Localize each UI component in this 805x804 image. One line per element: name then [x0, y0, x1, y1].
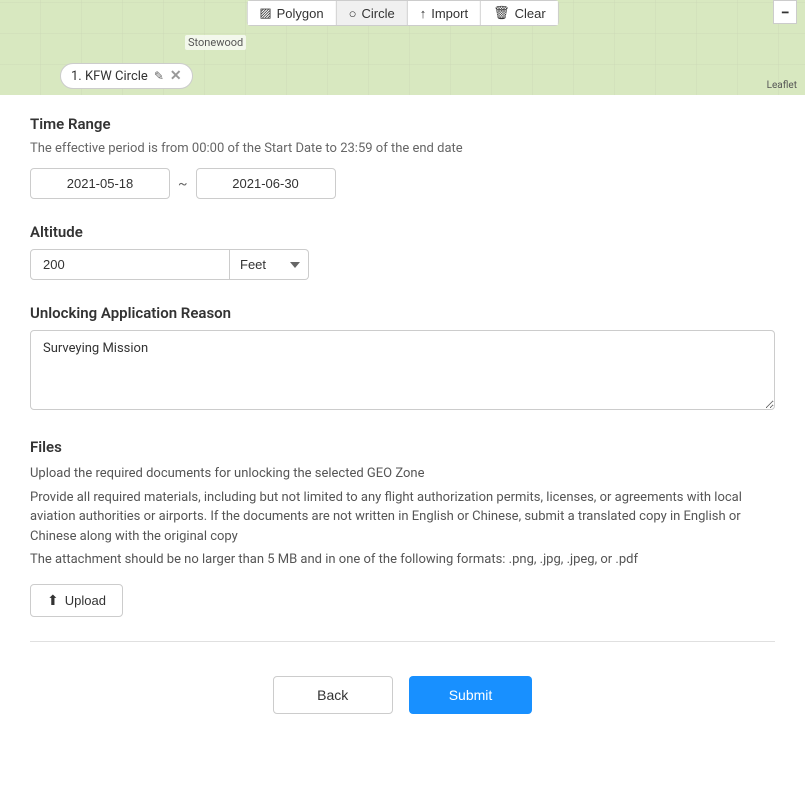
- back-button[interactable]: Back: [273, 676, 393, 714]
- clear-tool-button[interactable]: 🗑 Clear: [481, 1, 558, 25]
- altitude-input[interactable]: [30, 249, 230, 280]
- files-desc3: The attachment should be no larger than …: [30, 550, 775, 570]
- unit-select[interactable]: Feet Meters: [230, 249, 309, 280]
- map-toolbar: ▨ Polygon ○ Circle ↑ Import 🗑 Clear: [246, 0, 558, 26]
- upload-label: Upload: [65, 593, 106, 608]
- time-range-desc: The effective period is from 00:00 of th…: [30, 141, 775, 156]
- map-place-label: Stonewood: [185, 35, 246, 50]
- altitude-title: Altitude: [30, 223, 775, 241]
- clear-icon: 🗑: [493, 5, 510, 21]
- time-range-section: Time Range The effective period is from …: [30, 115, 775, 199]
- leaflet-attribution: Leaflet: [767, 80, 797, 91]
- polygon-tool-button[interactable]: ▨ Polygon: [247, 1, 336, 25]
- upload-button[interactable]: ⬆ Upload: [30, 584, 123, 617]
- zoom-out-button[interactable]: −: [773, 0, 797, 24]
- edit-icon[interactable]: ✎: [154, 69, 164, 83]
- circle-icon: ○: [349, 6, 357, 21]
- files-desc1: Upload the required documents for unlock…: [30, 464, 775, 484]
- main-content: Time Range The effective period is from …: [0, 95, 805, 764]
- reason-title: Unlocking Application Reason: [30, 304, 775, 322]
- files-desc2: Provide all required materials, includin…: [30, 488, 775, 547]
- date-separator: ~: [170, 176, 196, 192]
- import-tool-button[interactable]: ↑ Import: [408, 1, 481, 25]
- footer-divider: [30, 641, 775, 642]
- altitude-section: Altitude Feet Meters: [30, 223, 775, 280]
- circle-badge-label: 1. KFW Circle: [71, 69, 148, 84]
- polygon-icon: ▨: [259, 5, 271, 21]
- files-title: Files: [30, 438, 775, 456]
- end-date-input[interactable]: [196, 168, 336, 199]
- start-date-input[interactable]: [30, 168, 170, 199]
- altitude-row: Feet Meters: [30, 249, 775, 280]
- submit-button[interactable]: Submit: [409, 676, 533, 714]
- files-section: Files Upload the required documents for …: [30, 438, 775, 617]
- date-range-row: ~: [30, 168, 775, 199]
- upload-icon: ⬆: [47, 592, 59, 609]
- map-container: Stonewood ▨ Polygon ○ Circle ↑ Import 🗑 …: [0, 0, 805, 95]
- time-range-title: Time Range: [30, 115, 775, 133]
- circle-badge: 1. KFW Circle ✎ ✕: [60, 63, 193, 89]
- circle-tool-button[interactable]: ○ Circle: [337, 1, 408, 25]
- reason-section: Unlocking Application Reason: [30, 304, 775, 414]
- import-icon: ↑: [420, 6, 427, 21]
- close-icon[interactable]: ✕: [170, 68, 182, 84]
- reason-textarea[interactable]: [30, 330, 775, 410]
- footer-buttons: Back Submit: [30, 666, 775, 744]
